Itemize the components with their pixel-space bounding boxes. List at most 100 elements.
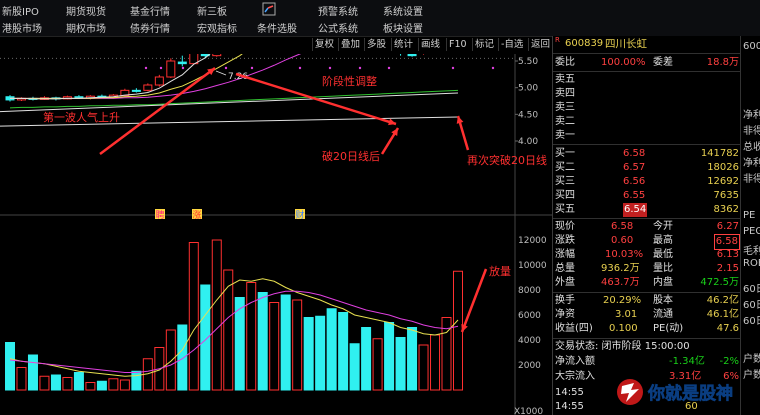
draw-line-button[interactable]: 画线 <box>418 38 442 51</box>
menu-stock-filter[interactable]: 条件选股 <box>257 20 297 35</box>
fund-row: 收益(四) 0.100 PE(动) 47.6 <box>555 323 739 334</box>
volume-tick-label: 12000 <box>518 236 547 246</box>
weicha-value: 18.8万 <box>706 57 739 68</box>
volume-bar <box>131 370 142 391</box>
weibi-label: 委比 <box>555 57 575 68</box>
marker-dot <box>250 66 254 70</box>
fund-row: 换手 20.29% 股本 46.2亿 <box>555 295 739 306</box>
volume-bar <box>223 269 234 391</box>
volume-bar <box>395 337 406 391</box>
volume-bar <box>303 317 314 391</box>
annotation-rebreak-ma20: 再次突破20日线 <box>467 153 547 167</box>
volume-bar <box>177 324 188 391</box>
volume-bar <box>50 374 61 391</box>
menu-bonds[interactable]: 债券行情 <box>130 20 170 35</box>
volume-tick-label: 2000 <box>518 361 541 371</box>
f10-button[interactable]: F10 <box>446 38 469 51</box>
weibi-value: 100.00% <box>601 57 646 68</box>
svg-text:你就是股神: 你就是股神 <box>647 383 733 404</box>
menu-macro[interactable]: 宏观指标 <box>197 20 237 35</box>
stats-button[interactable]: 统计 <box>391 38 415 51</box>
volume-bar <box>418 344 429 391</box>
volume-arrow <box>460 268 488 333</box>
volume-bar <box>62 377 73 391</box>
stock-code: 600839 <box>565 38 604 49</box>
quote-row: 总量 936.2万 量比 2.15 <box>555 263 739 274</box>
candle-body <box>74 96 84 99</box>
r-icon: R <box>555 36 560 44</box>
marker-dot <box>181 66 185 70</box>
volume-bar <box>108 378 119 391</box>
event-marker-text: 聘 <box>156 209 165 221</box>
remove-watchlist-button[interactable]: -自选 <box>498 38 525 51</box>
volume-bar <box>315 315 326 391</box>
quote-row: 涨幅 10.03% 最低 6.13 <box>555 249 739 260</box>
volume-bar <box>16 367 27 391</box>
candle-body <box>212 54 222 57</box>
volume-bar <box>96 380 107 391</box>
adjust-button[interactable]: 复权 <box>312 38 336 51</box>
volume-bar <box>407 327 418 391</box>
menu-funds[interactable]: 基金行情 <box>130 3 170 18</box>
ma120-line <box>0 92 459 113</box>
quote-row: 涨跌 0.60 最高 6.58 <box>553 234 741 250</box>
bid-row: 买二 6.57 18026 <box>555 162 739 173</box>
volume-bar <box>338 312 349 391</box>
weicha-label: 委差 <box>653 57 673 68</box>
volume-bar <box>372 338 383 391</box>
multi-stock-button[interactable]: 多股 <box>364 38 388 51</box>
top-menu-bar: 新股IPO 港股市场 期货现货 期权市场 基金行情 债券行情 新三板 宏观指标 … <box>0 0 760 37</box>
volume-bar <box>246 282 257 391</box>
back-button[interactable]: 返回 <box>528 38 552 51</box>
kline-chart[interactable]: 7.006.506.005.505.004.504.00120001000080… <box>0 54 552 415</box>
candle-body <box>154 76 164 86</box>
menu-alert[interactable]: 预警系统 <box>318 3 358 18</box>
volume-bar <box>211 239 222 391</box>
candle-body <box>166 60 176 78</box>
menu-ipo[interactable]: 新股IPO <box>2 3 39 18</box>
menu-options[interactable]: 期权市场 <box>66 20 106 35</box>
ask-row: 卖二 <box>555 116 575 127</box>
quote-panel: R 600839 四川长虹 委比 100.00% 委差 18.8万 卖五 卖四 … <box>552 36 741 415</box>
volume-bar <box>39 375 50 391</box>
annotation-first-wave: 第一波人气上升 <box>43 110 120 124</box>
price-tick-label: 5.50 <box>518 57 538 67</box>
volume-bar <box>453 270 463 391</box>
bid-row: 买一 6.58 141782 <box>555 148 739 159</box>
volume-bar <box>119 379 130 391</box>
chart-toolbar: 复权 叠加 多股 统计 画线 F10 标记 -自选 返回 <box>0 37 552 53</box>
overlay-button[interactable]: 叠加 <box>338 38 362 51</box>
ask-row: 卖四 <box>555 88 575 99</box>
quote-row: 外盘 463.7万 内盘 472.5万 <box>555 277 739 288</box>
volume-bar <box>269 302 280 391</box>
volume-tick-label: 8000 <box>518 286 541 296</box>
menu-neeq[interactable]: 新三板 <box>197 3 227 18</box>
trade-status: 交易状态: 闭市阶段 15:00:00 <box>555 341 690 352</box>
event-marker-text: 财 <box>296 209 305 221</box>
f10-summary-strip: 600 净利 非得 总收 净利 非得 PE PEG 毛利 ROE 60日 60日… <box>740 36 760 415</box>
menu-settings[interactable]: 系统设置 <box>383 3 423 18</box>
bid-row: 买三 6.56 12692 <box>555 176 739 187</box>
marker-dot <box>328 66 332 70</box>
bid-row: 买四 6.55 7635 <box>555 190 739 201</box>
menu-futures[interactable]: 期货现货 <box>66 3 106 18</box>
volume-bar <box>5 342 15 391</box>
menu-sector-settings[interactable]: 板块设置 <box>383 20 423 35</box>
candle-body <box>143 84 153 91</box>
mark-button[interactable]: 标记 <box>472 38 496 51</box>
volume-bar <box>188 242 199 391</box>
ask-row: 卖一 <box>555 130 575 141</box>
volume-bar <box>85 382 96 391</box>
volume-tick-label: 10000 <box>518 261 547 271</box>
stock-filter-icon[interactable] <box>262 2 276 16</box>
menu-hk-market[interactable]: 港股市场 <box>2 20 42 35</box>
marker-dot <box>224 66 228 70</box>
fund-row: 净资 3.01 流通 46.1亿 <box>555 309 739 320</box>
volume-bar <box>384 322 395 391</box>
marker-dot <box>451 66 455 70</box>
event-marker-text: 涨 <box>193 210 202 221</box>
volume-bar <box>361 327 372 391</box>
menu-formula[interactable]: 公式系统 <box>318 20 358 35</box>
volume-tick-label: X1000 <box>514 407 543 415</box>
volume-bar <box>165 329 176 391</box>
